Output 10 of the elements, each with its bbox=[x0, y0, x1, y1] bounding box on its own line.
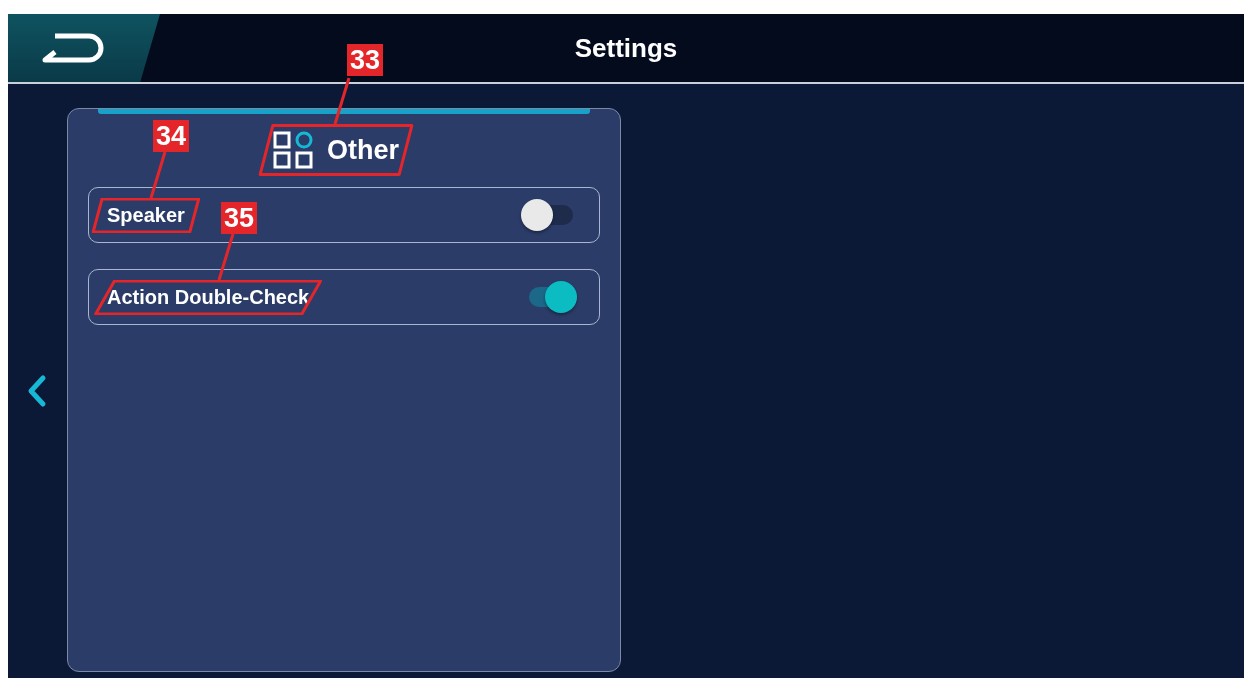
grid-icon bbox=[273, 130, 313, 170]
setting-label: Action Double-Check bbox=[107, 285, 310, 309]
callout-number: 35 bbox=[221, 201, 258, 234]
setting-label: Speaker bbox=[107, 203, 185, 227]
back-button[interactable] bbox=[8, 14, 160, 82]
callout-number: 33 bbox=[347, 44, 384, 76]
panel-title: Other bbox=[327, 134, 399, 166]
chevron-left-icon bbox=[26, 374, 48, 408]
page-title: Settings bbox=[574, 32, 678, 64]
callout-number: 34 bbox=[153, 119, 190, 152]
